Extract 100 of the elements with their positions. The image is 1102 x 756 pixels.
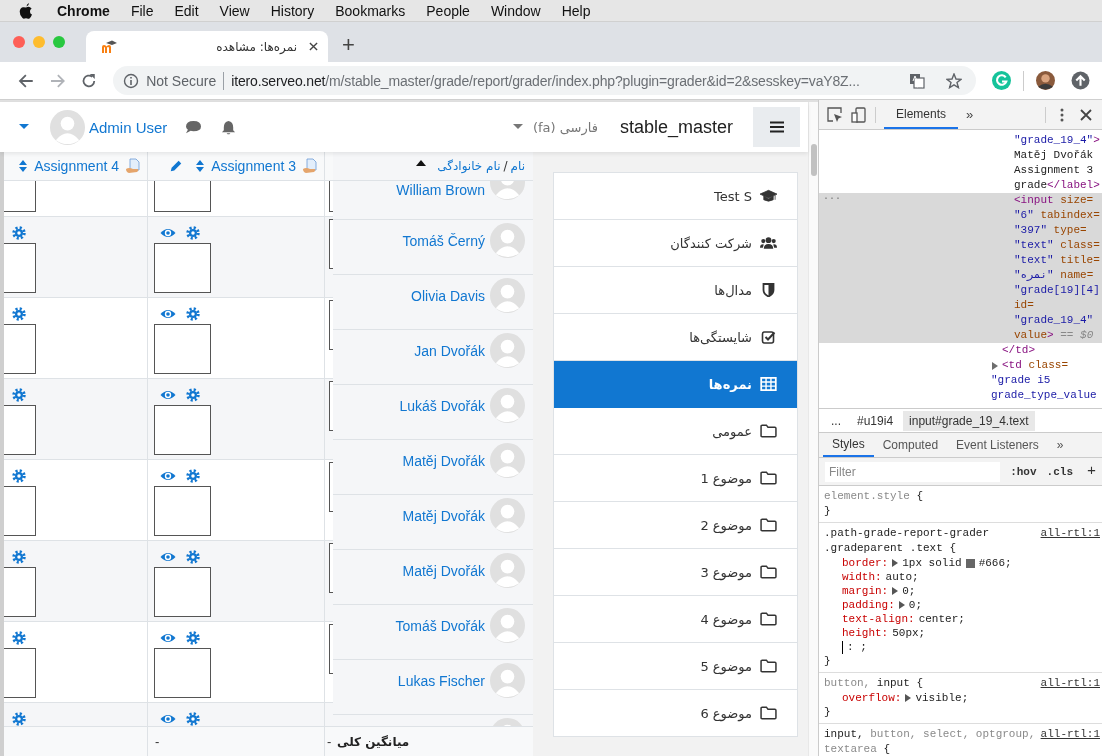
nav-item[interactable]: موضوع 3 — [554, 549, 797, 596]
close-icon[interactable] — [309, 42, 318, 51]
grade-input[interactable] — [4, 405, 36, 455]
grade-input[interactable] — [4, 181, 36, 212]
nav-item[interactable]: موضوع 1 — [554, 455, 797, 502]
grade-input[interactable] — [4, 648, 36, 698]
stylesheet-link[interactable]: all-rtl:1 — [1040, 676, 1100, 691]
grade-input[interactable] — [154, 181, 211, 212]
css-property[interactable]: text-align: — [842, 612, 915, 626]
student-name-link[interactable]: Matěj Dvořák — [402, 508, 485, 524]
update-icon[interactable] — [1071, 71, 1090, 90]
scrollbar-thumb[interactable] — [810, 144, 817, 176]
code-line[interactable]: Matěj Dvořák — [1014, 148, 1102, 163]
gear-icon[interactable] — [186, 307, 200, 321]
css-property[interactable]: height: — [842, 626, 889, 640]
close-icon[interactable] — [1078, 106, 1094, 123]
nav-item[interactable]: موضوع 5 — [554, 643, 797, 690]
gear-icon[interactable] — [12, 388, 26, 402]
color-swatch[interactable] — [965, 558, 975, 568]
nav-item[interactable]: موضوع 2 — [554, 502, 797, 549]
grade-input[interactable] — [154, 567, 211, 617]
stylesheet-link[interactable]: all-rtl:1 — [1040, 526, 1100, 541]
more-tabs-button[interactable]: » — [966, 107, 974, 122]
sort-icon[interactable] — [195, 158, 206, 174]
breadcrumb[interactable]: input#grade_19_4.text — [903, 410, 1035, 431]
code-line[interactable]: value> == $0 — [1014, 328, 1102, 343]
expand-icon[interactable] — [905, 694, 912, 702]
code-line[interactable]: "text" title= — [1014, 253, 1102, 268]
gear-icon[interactable] — [12, 711, 26, 726]
grade-input[interactable] — [4, 324, 36, 374]
gear-icon[interactable] — [12, 307, 26, 321]
css-value[interactable]: auto; — [885, 570, 919, 584]
student-name-link[interactable]: Matěj Dvořák — [402, 453, 485, 469]
expand-icon[interactable] — [892, 587, 899, 595]
css-property[interactable]: margin: — [842, 584, 889, 598]
css-property[interactable]: border: — [842, 556, 889, 570]
grade-input[interactable] — [4, 567, 36, 617]
grade-input[interactable] — [154, 648, 211, 698]
code-line[interactable]: "text" class= — [1014, 238, 1102, 253]
styles-tab[interactable]: Event Listeners — [947, 433, 1048, 457]
student-name-link[interactable]: Tomáš Černý — [402, 233, 485, 249]
student-name-link[interactable]: Jan Dvořák — [414, 343, 485, 359]
student-name-link[interactable]: Olivia Davis — [411, 288, 485, 304]
sort-icon[interactable] — [18, 158, 29, 174]
grade-input[interactable] — [4, 243, 36, 293]
nav-item[interactable]: Test S — [554, 173, 797, 220]
code-line[interactable]: "grade_19_4"> — [1014, 133, 1102, 148]
nav-item[interactable]: شرکت کنندگان — [554, 220, 797, 267]
student-name-link[interactable]: William Brown — [396, 182, 485, 198]
css-value[interactable]: center; — [918, 612, 965, 626]
grade-input[interactable] — [4, 486, 36, 536]
menu-icon[interactable] — [769, 121, 784, 133]
menu-item[interactable]: File — [130, 2, 154, 19]
css-property[interactable]: overflow: — [842, 691, 902, 705]
nav-item[interactable]: مدال‌ها — [554, 267, 797, 314]
css-property[interactable]: width: — [842, 570, 882, 584]
class-toggle-button[interactable]: .cls — [1046, 465, 1073, 478]
address-bar[interactable]: Not Secure itero.serveo.net/m/stable_master/grade/report/grader/index.php?plugin=grader&id=2&sesskey=vaY8Z... — [113, 66, 977, 95]
nav-item[interactable]: موضوع 4 — [554, 596, 797, 643]
star-icon[interactable] — [946, 72, 963, 89]
expand-icon[interactable] — [991, 361, 999, 370]
translate-icon[interactable] — [909, 72, 926, 89]
css-value[interactable]: 1px solid — [902, 556, 962, 570]
chat-icon[interactable] — [185, 119, 203, 135]
code-line[interactable]: <td class= — [991, 358, 1102, 373]
pencil-icon[interactable] — [169, 159, 184, 173]
css-value[interactable]: #666; — [978, 556, 1012, 570]
menu-item[interactable]: Chrome — [57, 2, 110, 19]
gear-icon[interactable] — [186, 712, 200, 726]
student-name-link[interactable]: Tomáš Dvořák — [395, 618, 485, 634]
grade-input[interactable] — [154, 324, 211, 374]
gear-icon[interactable] — [12, 226, 26, 240]
code-line[interactable]: "397" type= — [1014, 223, 1102, 238]
hover-state-button[interactable]: :hov — [1010, 465, 1037, 478]
assignment-link[interactable]: Assignment 4 — [34, 158, 119, 174]
student-name-link[interactable]: Lukáš Dvořák — [399, 398, 485, 414]
gear-icon[interactable] — [12, 631, 26, 645]
code-line[interactable]: Assignment 3 — [1014, 163, 1102, 178]
menu-item[interactable]: Help — [561, 2, 591, 19]
grade-input[interactable] — [154, 405, 211, 455]
code-line[interactable]: <input size= — [1014, 193, 1102, 208]
gear-icon[interactable] — [186, 469, 200, 483]
grade-input[interactable] — [154, 243, 211, 293]
grade-input[interactable] — [154, 486, 211, 536]
assignment-link[interactable]: Assignment 3 — [211, 158, 296, 174]
code-line[interactable]: "6" tabindex= — [1014, 208, 1102, 223]
nav-item[interactable]: نمره‌ها — [554, 361, 797, 408]
css-value[interactable]: 0; — [902, 584, 916, 598]
styles-tab[interactable]: Computed — [873, 433, 948, 457]
code-line[interactable]: </td> — [819, 343, 1102, 358]
menu-item[interactable]: Window — [490, 2, 541, 19]
code-line[interactable]: id= — [1014, 298, 1102, 313]
site-name[interactable]: stable_master — [619, 116, 733, 138]
code-line[interactable]: grade</label> — [1014, 178, 1102, 193]
css-value[interactable]: visible; — [915, 691, 969, 705]
menu-item[interactable]: Edit — [174, 2, 199, 19]
menu-item[interactable]: View — [219, 2, 250, 19]
css-declaration[interactable]: : ; — [847, 640, 867, 654]
css-value[interactable]: 0; — [908, 598, 922, 612]
expand-icon[interactable] — [892, 559, 899, 567]
